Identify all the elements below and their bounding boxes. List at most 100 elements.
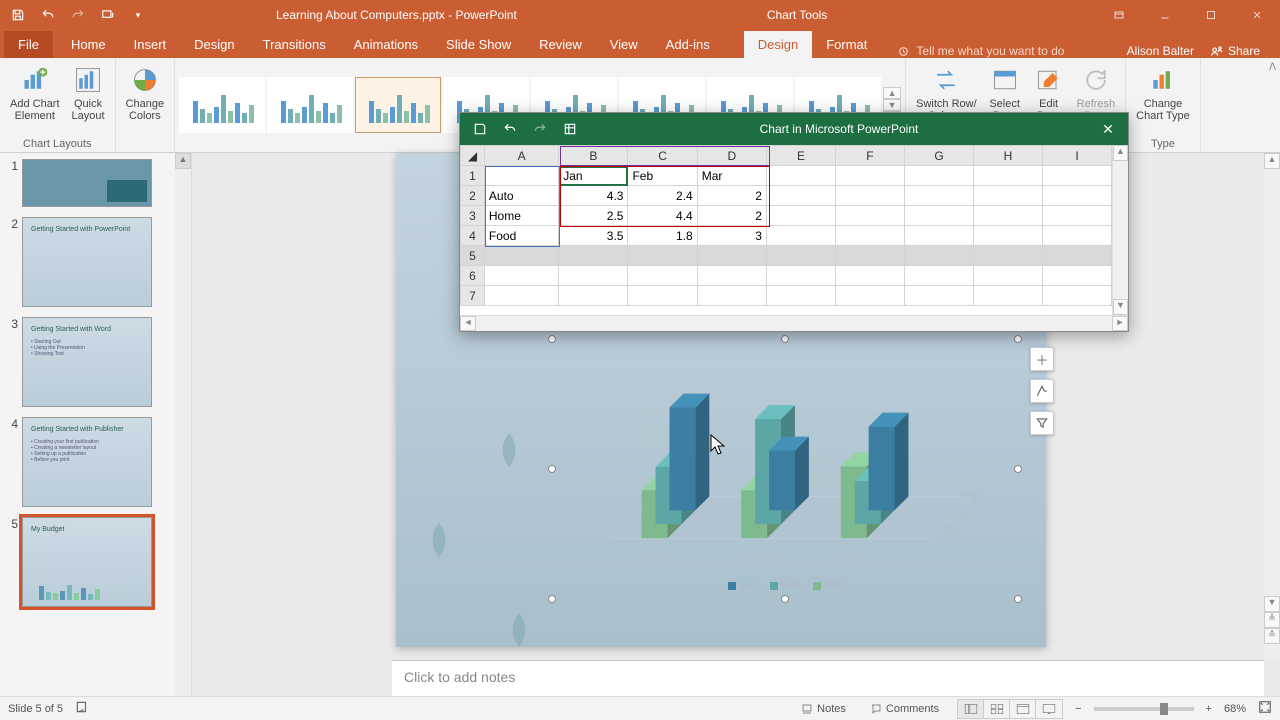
tab-addins[interactable]: Add-ins	[652, 31, 724, 58]
user-name[interactable]: Alison Balter	[1127, 44, 1194, 58]
tell-me-search[interactable]: Tell me what you want to do	[897, 44, 1064, 58]
tab-review[interactable]: Review	[525, 31, 596, 58]
minimize-icon[interactable]	[1142, 0, 1188, 30]
z-label-feb: Feb	[951, 510, 968, 521]
tab-chart-format[interactable]: Format	[812, 31, 881, 58]
fit-to-window-icon[interactable]	[1258, 700, 1272, 717]
ds-redo-icon[interactable]	[530, 119, 550, 139]
chart-filters-button[interactable]	[1030, 411, 1054, 435]
datasheet-hscroll[interactable]: ◄►	[460, 315, 1128, 331]
title-bar: ▾ Learning About Computers.pptx - PowerP…	[0, 0, 1280, 30]
z-label-mar: Mar	[961, 490, 978, 501]
resize-handle[interactable]	[1014, 335, 1022, 343]
slide-thumb-2[interactable]: 2 Getting Started with PowerPoint	[4, 217, 187, 307]
change-colors-button[interactable]: Change Colors	[122, 62, 169, 124]
spell-check-icon[interactable]	[75, 700, 89, 717]
tab-insert[interactable]: Insert	[120, 31, 181, 58]
collapse-ribbon-icon[interactable]: ᐱ	[1269, 62, 1276, 73]
resize-handle[interactable]	[1014, 465, 1022, 473]
comments-toggle[interactable]: Comments	[864, 701, 945, 717]
slide-thumbnails-panel: 1 2 Getting Started with PowerPoint 3 Ge…	[0, 153, 192, 696]
resize-handle[interactable]	[548, 335, 556, 343]
undo-icon[interactable]	[38, 5, 58, 25]
change-chart-type-button[interactable]: Change Chart Type	[1132, 62, 1194, 124]
tab-animations[interactable]: Animations	[340, 31, 432, 58]
group-chart-layouts: Add Chart Element Quick Layout Chart Lay…	[0, 58, 116, 152]
gallery-scroll-up[interactable]: ▲	[883, 87, 901, 99]
resize-handle[interactable]	[781, 335, 789, 343]
chart-3d-render	[552, 339, 1018, 600]
customize-qat-icon[interactable]: ▾	[128, 5, 148, 25]
tab-chart-design[interactable]: Design	[744, 31, 812, 58]
slide-thumb-3[interactable]: 3 Getting Started with Word• Starting Ou…	[4, 317, 187, 407]
tab-file[interactable]: File	[4, 31, 53, 58]
add-chart-element-button[interactable]: Add Chart Element	[6, 62, 64, 124]
datasheet-titlebar: Chart in Microsoft PowerPoint ✕	[460, 113, 1128, 145]
chart-style-2[interactable]	[267, 77, 353, 133]
datasheet-close-icon[interactable]: ✕	[1088, 121, 1128, 138]
tab-view[interactable]: View	[596, 31, 652, 58]
tab-home[interactable]: Home	[57, 31, 120, 58]
tab-slide-show[interactable]: Slide Show	[432, 31, 525, 58]
zoom-in-icon[interactable]: +	[1206, 703, 1212, 715]
share-button[interactable]: Share	[1210, 44, 1260, 58]
datasheet-vscroll[interactable]: ▲▼	[1112, 145, 1128, 315]
change-chart-type-icon	[1147, 64, 1179, 96]
slide-sorter-view-icon[interactable]	[984, 700, 1010, 718]
group-chart-styles-colors: Change Colors	[116, 58, 176, 152]
chart-object[interactable]: Auto Home Food Jan Feb Mar Jan Feb Mar	[551, 338, 1019, 600]
edit-data-icon	[1033, 64, 1065, 96]
group-label: Chart Layouts	[23, 136, 91, 150]
add-chart-element-icon	[19, 64, 51, 96]
save-icon[interactable]	[8, 5, 28, 25]
group-type: Change Chart Type Type	[1126, 58, 1201, 152]
tell-me-label: Tell me what you want to do	[916, 44, 1064, 58]
tab-transitions[interactable]: Transitions	[249, 31, 340, 58]
notes-toggle[interactable]: Notes	[795, 701, 852, 717]
ds-undo-icon[interactable]	[500, 119, 520, 139]
x-cat-auto: Auto	[650, 552, 671, 563]
document-title: Learning About Computers.pptx - PowerPoi…	[276, 8, 517, 22]
zoom-out-icon[interactable]: −	[1075, 703, 1081, 715]
quick-layout-button[interactable]: Quick Layout	[68, 62, 109, 124]
view-switcher	[957, 699, 1063, 719]
ribbon-display-options-icon[interactable]	[1096, 0, 1142, 30]
zoom-slider[interactable]	[1094, 707, 1194, 711]
tab-design[interactable]: Design	[180, 31, 248, 58]
window-controls	[1096, 0, 1280, 30]
normal-view-icon[interactable]	[958, 700, 984, 718]
prev-slide-icon: ≜	[1264, 612, 1280, 628]
chart-styles-button[interactable]	[1030, 379, 1054, 403]
resize-handle[interactable]	[781, 595, 789, 603]
ds-save-icon[interactable]	[470, 119, 490, 139]
contextual-tab-title: Chart Tools	[767, 8, 827, 22]
status-bar: Slide 5 of 5 Notes Comments − + 68%	[0, 696, 1280, 720]
datasheet-grid[interactable]: ◢ABCDEFGHI1JanFebMar2Auto4.32.423Home2.5…	[460, 145, 1112, 315]
start-from-beginning-icon[interactable]	[98, 5, 118, 25]
resize-handle[interactable]	[548, 465, 556, 473]
slideshow-view-icon[interactable]	[1036, 700, 1062, 718]
zoom-level[interactable]: 68%	[1224, 703, 1246, 715]
redo-icon[interactable]	[68, 5, 88, 25]
maximize-icon[interactable]	[1188, 0, 1234, 30]
chart-style-1[interactable]	[179, 77, 265, 133]
close-icon[interactable]	[1234, 0, 1280, 30]
reading-view-icon[interactable]	[1010, 700, 1036, 718]
chart-data-editor: Chart in Microsoft PowerPoint ✕ ◢ABCDEFG…	[459, 112, 1129, 332]
slide-thumb-5[interactable]: 5 My Budget	[4, 517, 187, 607]
ribbon-tabs: File Home Insert Design Transitions Anim…	[0, 30, 1280, 58]
chart-style-3[interactable]	[355, 77, 441, 133]
thumbnails-scrollbar[interactable]: ▲	[175, 153, 191, 696]
chart-elements-button[interactable]: ＋	[1030, 347, 1054, 371]
resize-handle[interactable]	[548, 595, 556, 603]
editor-vertical-scrollbar[interactable]: ▲ ▼ ≜ ≛	[1264, 153, 1280, 660]
slide-thumb-1[interactable]: 1	[4, 159, 187, 207]
slide-thumb-4[interactable]: 4 Getting Started with Publisher• Creati…	[4, 417, 187, 507]
quick-layout-icon	[72, 64, 104, 96]
resize-handle[interactable]	[1014, 595, 1022, 603]
gallery-scroll-down[interactable]: ▼	[883, 99, 901, 111]
ds-edit-in-excel-icon[interactable]	[560, 119, 580, 139]
datasheet-title: Chart in Microsoft PowerPoint	[590, 122, 1088, 136]
notes-pane[interactable]: Click to add notes	[392, 660, 1264, 696]
refresh-data-icon	[1080, 64, 1112, 96]
